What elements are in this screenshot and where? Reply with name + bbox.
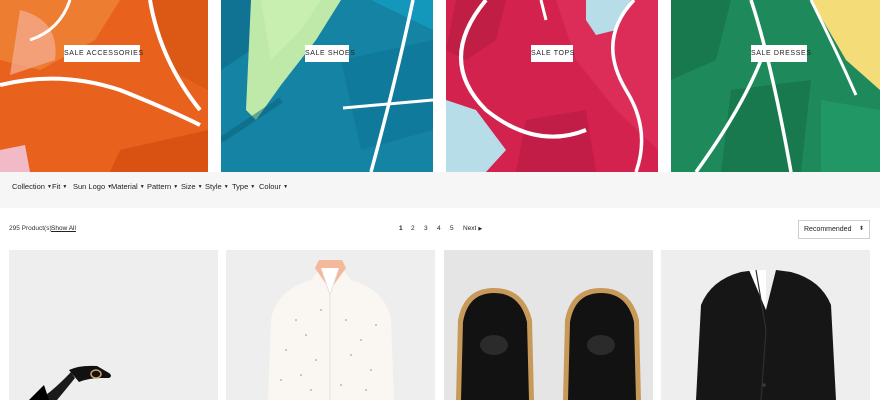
caret-down-icon: ▼: [223, 184, 229, 190]
category-tile-accessories[interactable]: SALE ACCESSORIES: [0, 0, 208, 172]
filter-label: Colour: [259, 182, 282, 191]
select-arrows-icon: ⬍: [858, 226, 864, 232]
dresses-artwork-image: [671, 0, 880, 172]
tile-label: SALE SHOES: [305, 45, 355, 62]
filter-label: Material: [111, 182, 138, 191]
filter-material[interactable]: Material ▼: [111, 182, 145, 191]
product-card-brogues[interactable]: [444, 250, 653, 400]
tile-label: SALE DRESSES: [751, 45, 811, 62]
caret-down-icon: ▼: [139, 184, 145, 190]
product-card-blazer[interactable]: [661, 250, 870, 400]
filter-fit[interactable]: Fit ▼: [52, 182, 67, 191]
category-tile-shoes[interactable]: SALE SHOES: [221, 0, 433, 172]
page-link-2[interactable]: 2: [411, 225, 415, 232]
filter-collection[interactable]: Collection ▼: [12, 182, 52, 191]
filter-label: Collection: [12, 182, 45, 191]
filter-size[interactable]: Size ▼: [181, 182, 203, 191]
filter-label: Size: [181, 182, 196, 191]
page-link-3[interactable]: 3: [424, 225, 428, 232]
category-tiles: SALE ACCESSORIES SALE SHOES SALE TOPS SA…: [0, 0, 880, 172]
tile-label: SALE TOPS: [531, 45, 574, 62]
product-card-sandal[interactable]: [9, 250, 218, 400]
caret-down-icon: ▼: [62, 184, 68, 190]
filter-label: Type: [232, 182, 249, 191]
filter-sun-logo[interactable]: Sun Logo ▼: [73, 182, 112, 191]
sort-selected-value: Recommended: [804, 226, 852, 233]
shoes-artwork-image: [221, 0, 433, 172]
filter-label: Sun Logo: [73, 182, 106, 191]
next-label: Next: [463, 225, 477, 232]
filter-bar: Collection ▼ Fit ▼ Sun Logo ▼ Material ▼ Pat…: [0, 172, 880, 208]
caret-down-icon: ▼: [197, 184, 203, 190]
product-image: [661, 250, 870, 400]
product-image: [226, 250, 435, 400]
filter-colour[interactable]: Colour ▼: [259, 182, 288, 191]
category-tile-dresses[interactable]: SALE DRESSES: [671, 0, 880, 172]
filter-label: Style: [205, 182, 222, 191]
filter-pattern[interactable]: Pattern ▼: [147, 182, 178, 191]
product-count: 295 Product(s): [9, 225, 52, 232]
show-all-link[interactable]: Show All: [51, 225, 76, 232]
product-image: [444, 250, 653, 400]
filter-label: Fit: [52, 182, 61, 191]
filter-type[interactable]: Type ▼: [232, 182, 255, 191]
page-link-1[interactable]: 1: [399, 225, 403, 232]
filter-label: Pattern: [147, 182, 172, 191]
category-tile-tops[interactable]: SALE TOPS: [446, 0, 658, 172]
product-card-shirt[interactable]: [226, 250, 435, 400]
tile-label: SALE ACCESSORIES: [64, 45, 143, 62]
caret-down-icon: ▼: [173, 184, 179, 190]
next-page-link[interactable]: Next ▶: [463, 225, 482, 232]
tops-artwork-image: [446, 0, 658, 172]
filter-style[interactable]: Style ▼: [205, 182, 229, 191]
sort-dropdown[interactable]: Recommended ⬍: [798, 220, 870, 239]
accessories-artwork-image: [0, 0, 208, 172]
product-image: [9, 250, 218, 400]
page-link-5[interactable]: 5: [450, 225, 454, 232]
caret-down-icon: ▼: [283, 184, 289, 190]
caret-down-icon: ▼: [250, 184, 256, 190]
arrow-right-icon: ▶: [478, 226, 483, 232]
page-link-4[interactable]: 4: [437, 225, 441, 232]
